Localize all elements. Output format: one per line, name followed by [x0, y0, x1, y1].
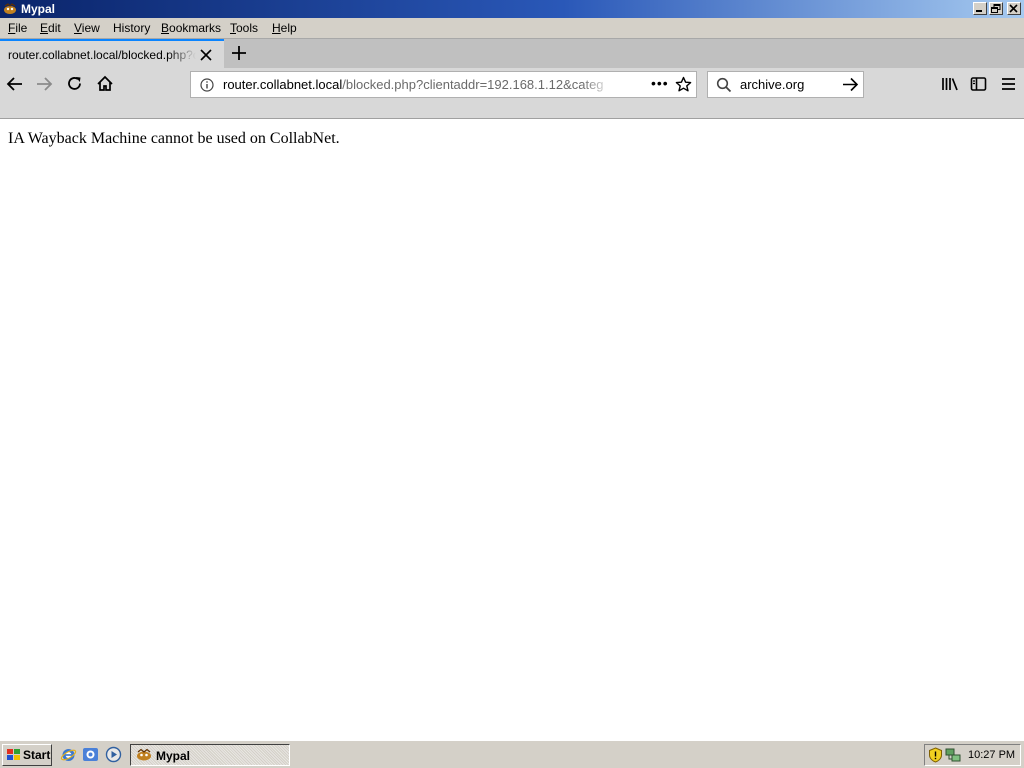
window-titlebar[interactable]: Mypal — [0, 0, 1024, 18]
forward-icon[interactable] — [35, 76, 53, 92]
menu-hamburger-icon[interactable] — [1001, 77, 1016, 91]
tab-active[interactable]: router.collabnet.local/blocked.php?clien… — [0, 39, 224, 68]
navigation-bar: router.collabnet.local/blocked.php?clien… — [0, 68, 1024, 119]
windows-flag-icon — [7, 749, 20, 760]
outlook-express-icon[interactable] — [82, 746, 99, 763]
url-text[interactable]: router.collabnet.local/blocked.php?clien… — [223, 77, 613, 92]
tab-strip: router.collabnet.local/blocked.php?clien… — [0, 38, 1024, 68]
search-input[interactable]: archive.org — [740, 77, 804, 92]
new-tab-icon[interactable] — [231, 45, 247, 61]
security-shield-icon[interactable] — [928, 747, 943, 763]
menu-bookmarks[interactable]: Bookmarks — [161, 21, 221, 35]
page-actions-button[interactable]: ••• — [651, 75, 669, 91]
bookmark-star-icon[interactable] — [675, 76, 692, 93]
system-tray: 10:27 PM — [924, 744, 1021, 766]
info-icon[interactable] — [200, 78, 214, 92]
search-icon — [716, 77, 732, 93]
taskbar-button-mypal[interactable]: Mypal — [130, 744, 290, 766]
start-button[interactable]: Start — [2, 744, 52, 766]
tab-close-icon[interactable] — [200, 49, 212, 61]
taskbar: Start Mypal 10:27 PM — [0, 740, 1024, 768]
blocked-message: IA Wayback Machine cannot be used on Col… — [8, 130, 340, 147]
media-player-icon[interactable] — [105, 746, 122, 763]
minimize-button[interactable] — [973, 2, 987, 15]
menu-view[interactable]: View — [74, 21, 100, 35]
menu-tools[interactable]: Tools — [230, 21, 258, 35]
menu-bar: File Edit View History Bookmarks Tools H… — [0, 18, 1024, 38]
network-icon[interactable] — [945, 747, 961, 763]
home-icon[interactable] — [96, 75, 114, 92]
internet-explorer-icon[interactable] — [60, 746, 77, 763]
menu-edit[interactable]: Edit — [40, 21, 61, 35]
reload-icon[interactable] — [66, 75, 83, 92]
window-title: Mypal — [21, 2, 56, 16]
close-icon — [1009, 4, 1018, 13]
back-icon[interactable] — [6, 76, 24, 92]
page-content: IA Wayback Machine cannot be used on Col… — [0, 120, 1024, 740]
mypal-logo-icon — [4, 3, 16, 14]
url-bar[interactable]: router.collabnet.local/blocked.php?clien… — [190, 71, 697, 98]
library-icon[interactable] — [941, 76, 959, 92]
search-go-icon[interactable] — [842, 77, 859, 92]
close-button[interactable] — [1007, 2, 1021, 15]
menu-help[interactable]: Help — [272, 21, 297, 35]
menu-file[interactable]: File — [8, 21, 27, 35]
start-label: Start — [23, 748, 51, 762]
mypal-logo-icon — [137, 748, 151, 761]
taskbar-button-label: Mypal — [156, 749, 191, 763]
restore-button[interactable] — [989, 2, 1003, 15]
clock: 10:27 PM — [968, 749, 1016, 761]
restore-icon — [991, 4, 1001, 13]
search-bar[interactable]: archive.org — [707, 71, 864, 98]
menu-history[interactable]: History — [113, 21, 150, 35]
sidebar-icon[interactable] — [970, 76, 987, 92]
minimize-icon — [976, 10, 982, 12]
tab-title: router.collabnet.local/blocked.php?clien… — [8, 48, 196, 62]
